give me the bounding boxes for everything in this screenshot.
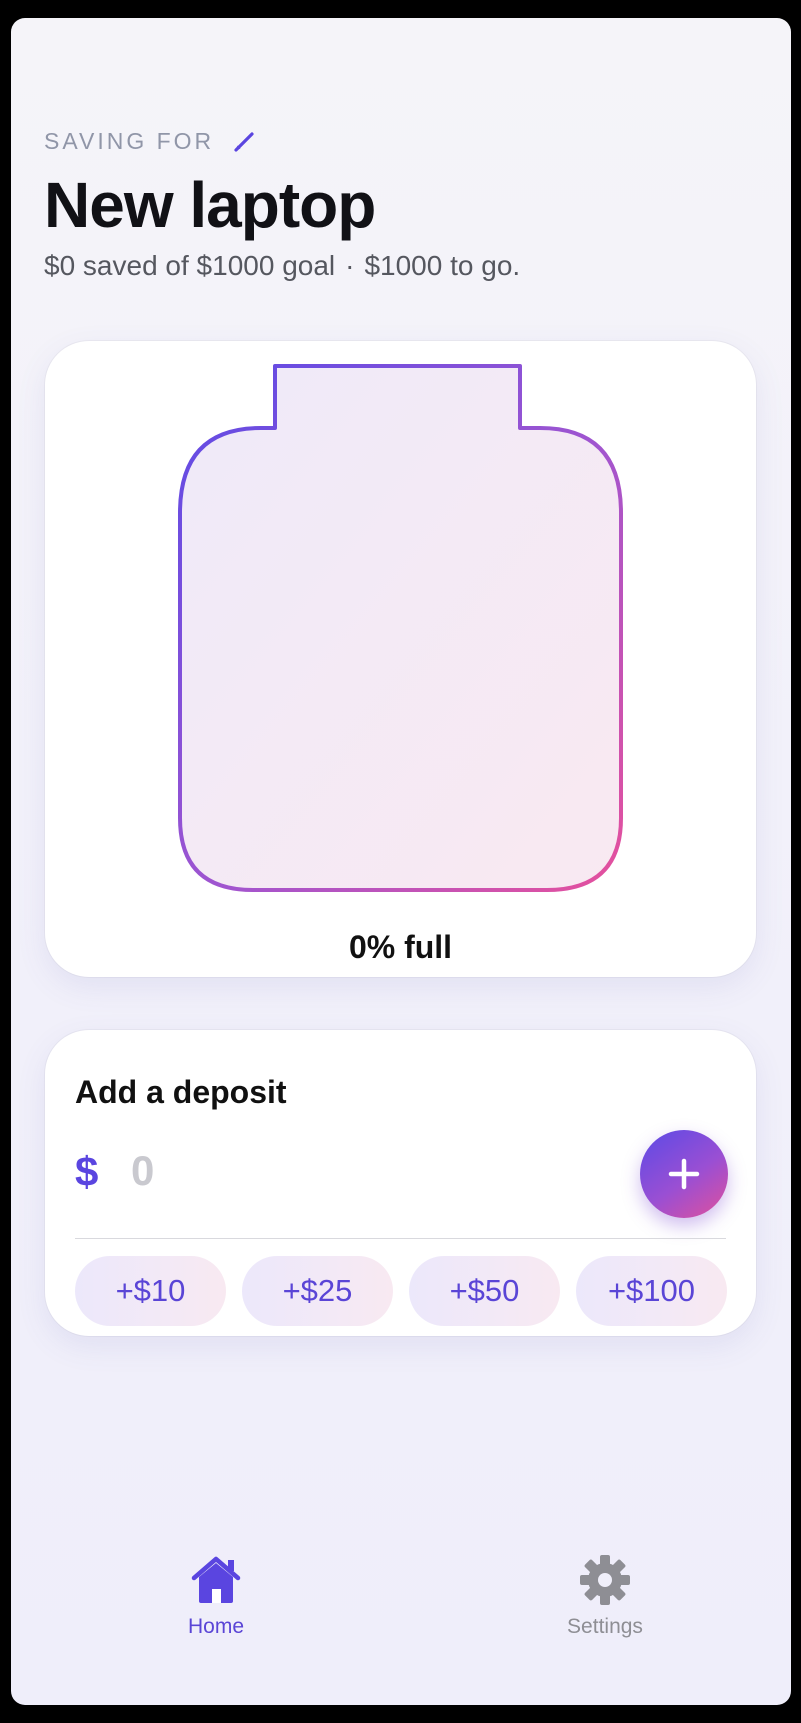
currency-symbol: $ [75,1148,99,1195]
quick-amount-25-button[interactable]: +$25 [242,1256,393,1326]
quick-amount-100-button[interactable]: +$100 [576,1256,727,1326]
jar-card: 0% full [45,341,756,977]
home-icon [191,1556,241,1603]
summary-separator: · [345,250,355,281]
quick-amount-10-button[interactable]: +$10 [75,1256,226,1326]
input-divider [75,1238,726,1239]
savings-jar [178,364,623,892]
plus-icon [668,1158,700,1190]
eyebrow-row: SAVING FOR [44,126,758,156]
goal-summary: $0 saved of $1000 goal · $1000 to go. [44,250,758,282]
goal-header: SAVING FOR New laptop $0 saved of $1000 … [44,126,758,282]
deposit-title: Add a deposit [75,1074,287,1110]
jar-body [178,364,623,892]
tab-home[interactable]: Home [146,1553,286,1639]
saved-text: $0 saved of $1000 goal [44,250,336,281]
deposit-amount-input[interactable] [129,1142,583,1200]
saving-for-label: SAVING FOR [44,127,215,154]
goal-title: New laptop [44,169,376,241]
tab-home-label: Home [187,1615,245,1638]
quick-amounts: +$10 +$25 +$50 +$100 [75,1256,727,1326]
gear-icon [580,1555,630,1605]
deposit-card: Add a deposit $ +$10 +$25 +$50 +$100 [45,1030,756,1336]
app-screen: SAVING FOR New laptop $0 saved of $1000 … [11,18,791,1705]
tab-bar: Home Settings [11,1553,791,1663]
pencil-icon [234,132,254,152]
add-deposit-button[interactable] [640,1130,728,1218]
quick-amount-50-button[interactable]: +$50 [409,1256,560,1326]
tab-settings[interactable]: Settings [535,1553,675,1639]
fill-percentage: 0% full [348,929,453,965]
edit-goal-button[interactable] [232,128,258,154]
tab-settings-label: Settings [567,1615,643,1638]
to-go-text: $1000 to go. [364,250,521,281]
